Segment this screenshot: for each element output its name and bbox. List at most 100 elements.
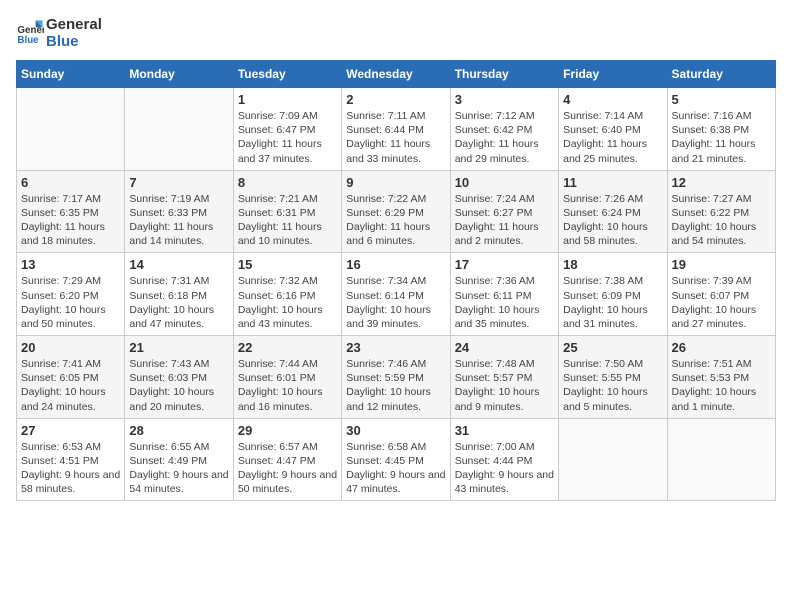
day-number: 12: [672, 175, 771, 190]
calendar-cell: 19 Sunrise: 7:39 AMSunset: 6:07 PMDayligh…: [667, 253, 775, 336]
calendar-cell: 8Sunrise: 7:21 AMSunset: 6:31 PMDaylight…: [233, 170, 341, 253]
day-number: 11: [563, 175, 662, 190]
day-number: 30: [346, 423, 445, 438]
day-number: 18: [563, 257, 662, 272]
calendar-cell: 23 Sunrise: 7:46 AMSunset: 5:59 PMDayligh…: [342, 336, 450, 419]
logo-text-general: General: [46, 16, 102, 33]
calendar-table: SundayMondayTuesdayWednesdayThursdayFrid…: [16, 60, 776, 501]
calendar-cell: 20Sunrise: 7:41 AMSunset: 6:05 PMDayligh…: [17, 336, 125, 419]
calendar-cell: 27 Sunrise: 6:53 AMSunset: 4:51 PMDayligh…: [17, 418, 125, 501]
day-info: Sunrise: 7:14 AMSunset: 6:40 PMDaylight:…: [563, 109, 662, 166]
calendar-cell: 26 Sunrise: 7:51 AMSunset: 5:53 PMDayligh…: [667, 336, 775, 419]
svg-text:Blue: Blue: [17, 35, 39, 46]
calendar-cell: 2 Sunrise: 7:11 AMSunset: 6:44 PMDaylight…: [342, 88, 450, 171]
calendar-cell: 9 Sunrise: 7:22 AMSunset: 6:29 PMDaylight…: [342, 170, 450, 253]
calendar-cell: 28 Sunrise: 6:55 AMSunset: 4:49 PMDayligh…: [125, 418, 233, 501]
page-header: General Blue General Blue: [16, 16, 776, 50]
day-info: Sunrise: 7:26 AMSunset: 6:24 PMDaylight:…: [563, 192, 662, 249]
calendar-cell: 3 Sunrise: 7:12 AMSunset: 6:42 PMDaylight…: [450, 88, 558, 171]
calendar-cell: 10 Sunrise: 7:24 AMSunset: 6:27 PMDayligh…: [450, 170, 558, 253]
week-row-5: 27 Sunrise: 6:53 AMSunset: 4:51 PMDayligh…: [17, 418, 776, 501]
day-info: Sunrise: 6:57 AMSunset: 4:47 PMDaylight:…: [238, 440, 337, 497]
header-sunday: Sunday: [17, 61, 125, 88]
day-info: Sunrise: 7:36 AMSunset: 6:11 PMDaylight:…: [455, 274, 554, 331]
day-info: Sunrise: 6:55 AMSunset: 4:49 PMDaylight:…: [129, 440, 228, 497]
week-row-3: 13 Sunrise: 7:29 AMSunset: 6:20 PMDayligh…: [17, 253, 776, 336]
day-number: 2: [346, 92, 445, 107]
calendar-cell: [17, 88, 125, 171]
day-info: Sunrise: 7:00 AMSunset: 4:44 PMDaylight:…: [455, 440, 554, 497]
day-info: Sunrise: 7:12 AMSunset: 6:42 PMDaylight:…: [455, 109, 554, 166]
day-number: 25: [563, 340, 662, 355]
day-info: Sunrise: 7:48 AMSunset: 5:57 PMDaylight:…: [455, 357, 554, 414]
day-number: 3: [455, 92, 554, 107]
calendar-cell: [559, 418, 667, 501]
day-number: 14: [129, 257, 228, 272]
day-info: Sunrise: 7:44 AMSunset: 6:01 PMDaylight:…: [238, 357, 337, 414]
calendar-cell: 6 Sunrise: 7:17 AMSunset: 6:35 PMDaylight…: [17, 170, 125, 253]
day-info: Sunrise: 7:34 AMSunset: 6:14 PMDaylight:…: [346, 274, 445, 331]
calendar-cell: 31 Sunrise: 7:00 AMSunset: 4:44 PMDayligh…: [450, 418, 558, 501]
day-number: 6: [21, 175, 120, 190]
day-number: 24: [455, 340, 554, 355]
logo-icon: General Blue: [16, 19, 44, 47]
calendar-cell: [125, 88, 233, 171]
day-info: Sunrise: 7:32 AMSunset: 6:16 PMDaylight:…: [238, 274, 337, 331]
day-number: 5: [672, 92, 771, 107]
calendar-cell: 24 Sunrise: 7:48 AMSunset: 5:57 PMDayligh…: [450, 336, 558, 419]
day-info: Sunrise: 7:11 AMSunset: 6:44 PMDaylight:…: [346, 109, 445, 166]
day-number: 10: [455, 175, 554, 190]
day-number: 28: [129, 423, 228, 438]
day-number: 31: [455, 423, 554, 438]
day-number: 13: [21, 257, 120, 272]
day-number: 23: [346, 340, 445, 355]
day-number: 27: [21, 423, 120, 438]
calendar-header-row: SundayMondayTuesdayWednesdayThursdayFrid…: [17, 61, 776, 88]
day-info: Sunrise: 6:58 AMSunset: 4:45 PMDaylight:…: [346, 440, 445, 497]
day-info: Sunrise: 7:38 AMSunset: 6:09 PMDaylight:…: [563, 274, 662, 331]
day-info: Sunrise: 7:17 AMSunset: 6:35 PMDaylight:…: [21, 192, 120, 249]
day-info: Sunrise: 7:31 AMSunset: 6:18 PMDaylight:…: [129, 274, 228, 331]
logo-text-blue: Blue: [46, 33, 102, 50]
week-row-4: 20Sunrise: 7:41 AMSunset: 6:05 PMDayligh…: [17, 336, 776, 419]
calendar-cell: 18 Sunrise: 7:38 AMSunset: 6:09 PMDayligh…: [559, 253, 667, 336]
day-info: Sunrise: 7:22 AMSunset: 6:29 PMDaylight:…: [346, 192, 445, 249]
day-info: Sunrise: 7:39 AMSunset: 6:07 PMDaylight:…: [672, 274, 771, 331]
day-info: Sunrise: 7:16 AMSunset: 6:38 PMDaylight:…: [672, 109, 771, 166]
day-number: 29: [238, 423, 337, 438]
day-info: Sunrise: 7:51 AMSunset: 5:53 PMDaylight:…: [672, 357, 771, 414]
day-number: 9: [346, 175, 445, 190]
day-number: 16: [346, 257, 445, 272]
day-info: Sunrise: 7:46 AMSunset: 5:59 PMDaylight:…: [346, 357, 445, 414]
calendar-cell: 29 Sunrise: 6:57 AMSunset: 4:47 PMDayligh…: [233, 418, 341, 501]
day-info: Sunrise: 7:24 AMSunset: 6:27 PMDaylight:…: [455, 192, 554, 249]
calendar-cell: 25Sunrise: 7:50 AMSunset: 5:55 PMDayligh…: [559, 336, 667, 419]
day-info: Sunrise: 7:19 AMSunset: 6:33 PMDaylight:…: [129, 192, 228, 249]
day-number: 4: [563, 92, 662, 107]
calendar-cell: 14 Sunrise: 7:31 AMSunset: 6:18 PMDayligh…: [125, 253, 233, 336]
calendar-cell: 7Sunrise: 7:19 AMSunset: 6:33 PMDaylight…: [125, 170, 233, 253]
day-number: 19: [672, 257, 771, 272]
day-info: Sunrise: 6:53 AMSunset: 4:51 PMDaylight:…: [21, 440, 120, 497]
day-number: 8: [238, 175, 337, 190]
calendar-cell: [667, 418, 775, 501]
day-info: Sunrise: 7:29 AMSunset: 6:20 PMDaylight:…: [21, 274, 120, 331]
day-number: 22: [238, 340, 337, 355]
day-number: 21: [129, 340, 228, 355]
header-wednesday: Wednesday: [342, 61, 450, 88]
calendar-cell: 21Sunrise: 7:43 AMSunset: 6:03 PMDayligh…: [125, 336, 233, 419]
header-thursday: Thursday: [450, 61, 558, 88]
calendar-cell: 16 Sunrise: 7:34 AMSunset: 6:14 PMDayligh…: [342, 253, 450, 336]
calendar-cell: 17 Sunrise: 7:36 AMSunset: 6:11 PMDayligh…: [450, 253, 558, 336]
day-number: 15: [238, 257, 337, 272]
day-number: 17: [455, 257, 554, 272]
day-number: 1: [238, 92, 337, 107]
week-row-2: 6 Sunrise: 7:17 AMSunset: 6:35 PMDaylight…: [17, 170, 776, 253]
day-info: Sunrise: 7:41 AMSunset: 6:05 PMDaylight:…: [21, 357, 120, 414]
header-tuesday: Tuesday: [233, 61, 341, 88]
calendar-cell: 11 Sunrise: 7:26 AMSunset: 6:24 PMDayligh…: [559, 170, 667, 253]
calendar-cell: 30 Sunrise: 6:58 AMSunset: 4:45 PMDayligh…: [342, 418, 450, 501]
day-number: 26: [672, 340, 771, 355]
day-info: Sunrise: 7:09 AMSunset: 6:47 PMDaylight:…: [238, 109, 337, 166]
header-monday: Monday: [125, 61, 233, 88]
